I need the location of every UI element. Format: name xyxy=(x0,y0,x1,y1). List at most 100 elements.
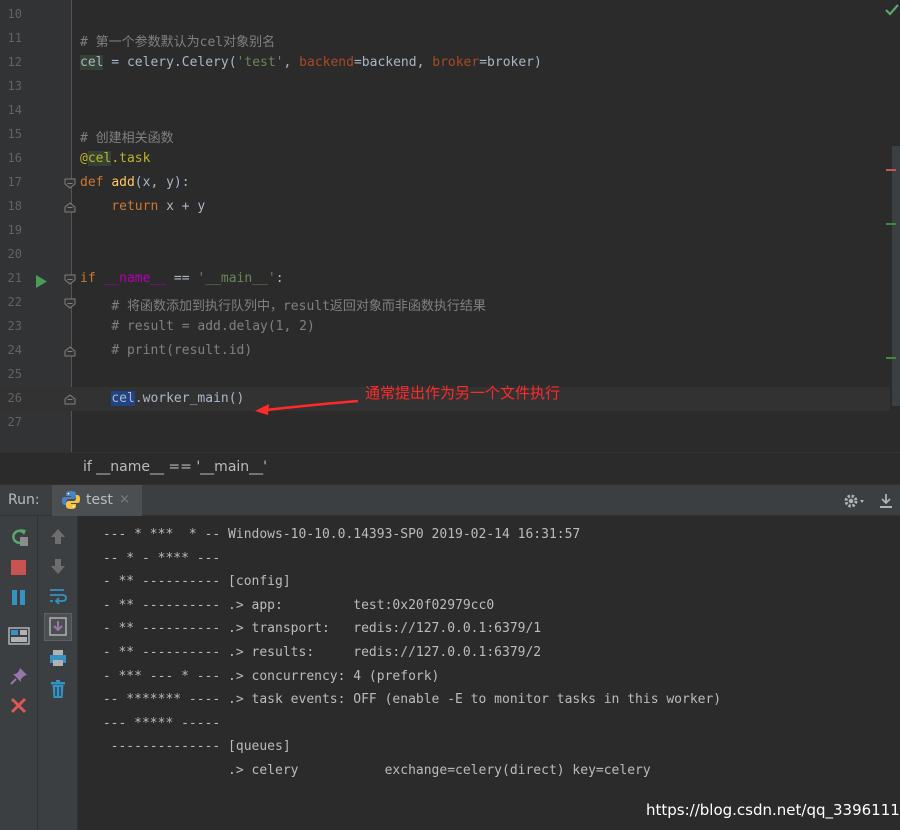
trash-icon[interactable] xyxy=(48,679,68,699)
code-text[interactable]: # print(result.id) xyxy=(80,343,252,358)
code-line[interactable]: 13 xyxy=(0,75,890,99)
close-icon[interactable] xyxy=(9,696,29,716)
error-stripe[interactable] xyxy=(886,169,896,171)
code-token: cel xyxy=(111,391,135,406)
line-number[interactable]: 19 xyxy=(0,223,22,237)
change-stripe[interactable] xyxy=(886,223,896,225)
line-number[interactable]: 13 xyxy=(0,79,22,93)
python-icon xyxy=(61,490,81,510)
stop-icon[interactable] xyxy=(9,558,29,578)
editor-scroll-thumb[interactable] xyxy=(892,146,900,406)
fold-icon[interactable] xyxy=(64,298,76,309)
code-text[interactable]: @cel.task xyxy=(80,151,150,166)
code-line[interactable]: 27 xyxy=(0,411,890,435)
code-token: .task xyxy=(111,151,151,166)
pause-icon[interactable] xyxy=(9,588,29,608)
line-number[interactable]: 26 xyxy=(0,391,22,405)
line-number[interactable]: 18 xyxy=(0,199,22,213)
fold-icon[interactable] xyxy=(64,178,76,189)
line-number[interactable]: 25 xyxy=(0,367,22,381)
code-line[interactable]: 10 xyxy=(0,3,890,27)
down-arrow-icon[interactable] xyxy=(48,556,68,576)
soft-wrap-icon[interactable] xyxy=(48,586,68,606)
layout-icon[interactable] xyxy=(8,626,30,646)
fold-icon[interactable] xyxy=(64,346,76,357)
annotation-arrow-icon xyxy=(250,392,370,416)
console-line: - ** ---------- .> app: test:0x20f02979c… xyxy=(95,597,495,613)
code-text[interactable]: def add(x, y): xyxy=(80,175,190,190)
tab-close-icon[interactable]: × xyxy=(119,492,130,507)
console-line: - ** ---------- .> transport: redis://12… xyxy=(95,621,542,637)
code-token: (x, y): xyxy=(134,175,190,190)
code-line[interactable]: 17 def add(x, y): xyxy=(0,171,890,195)
gear-icon[interactable] xyxy=(843,492,865,510)
line-number[interactable]: 14 xyxy=(0,103,22,117)
pin-icon[interactable] xyxy=(9,666,29,686)
code-text[interactable]: # 第一个参数默认为cel对象别名 xyxy=(80,31,275,50)
code-line[interactable]: 19 xyxy=(0,219,890,243)
console-line: .> celery exchange=celery(direct) key=ce… xyxy=(95,763,651,778)
line-number[interactable]: 11 xyxy=(0,31,22,45)
line-number[interactable]: 12 xyxy=(0,55,22,69)
code-token: # print(result.id) xyxy=(111,343,253,358)
line-number[interactable]: 21 xyxy=(0,271,22,285)
fold-icon[interactable] xyxy=(64,274,76,285)
line-number[interactable]: 27 xyxy=(0,415,22,429)
code-line[interactable]: 18 return x + y xyxy=(0,195,890,219)
line-number[interactable]: 23 xyxy=(0,319,22,333)
code-line[interactable]: 12 cel = celery.Celery('test', backend=ba… xyxy=(0,51,890,75)
run-tab-label[interactable]: test xyxy=(86,492,113,508)
annotation-text: 通常提出作为另一个文件执行 xyxy=(365,384,561,402)
code-token: '__main__' xyxy=(197,271,276,286)
code-text[interactable]: if __name__ == '__main__': xyxy=(80,271,284,286)
code-token: def xyxy=(80,175,112,190)
code-line[interactable]: 21 if __name__ == '__main__': xyxy=(0,267,890,291)
console-line: -- * - **** --- xyxy=(95,550,221,566)
code-line[interactable]: 23 # result = add.delay(1, 2) xyxy=(0,315,890,339)
code-token: , xyxy=(283,55,300,70)
rerun-icon[interactable] xyxy=(9,527,29,547)
code-editor[interactable]: 10 11 # 第一个参数默认为cel对象别名 12 cel = celery.Cele… xyxy=(0,0,900,452)
code-line[interactable]: 16 @cel.task xyxy=(0,147,890,171)
breadcrumb-item[interactable]: if __name__ == '__main__' xyxy=(83,459,267,475)
code-text[interactable]: cel = celery.Celery('test', backend=back… xyxy=(80,55,542,70)
change-stripe[interactable] xyxy=(886,357,896,359)
line-number[interactable]: 17 xyxy=(0,175,22,189)
line-number[interactable]: 10 xyxy=(0,7,22,21)
run-arrow-icon[interactable] xyxy=(35,273,47,288)
code-line[interactable]: 11 # 第一个参数默认为cel对象别名 xyxy=(0,27,890,51)
line-number[interactable]: 15 xyxy=(0,127,22,141)
breadcrumb[interactable]: if __name__ == '__main__' xyxy=(0,452,900,484)
console-line: --- ***** ----- xyxy=(95,715,221,731)
code-text[interactable]: # 创建相关函数 xyxy=(80,127,174,146)
line-number[interactable]: 20 xyxy=(0,247,22,261)
code-token: # 将函数添加到执行队列中，result返回对象而非函数执行结果 xyxy=(111,299,486,314)
check-icon xyxy=(884,2,900,18)
code-token: __name__ xyxy=(103,271,167,286)
up-arrow-icon[interactable] xyxy=(48,526,68,546)
code-token: cel xyxy=(80,55,104,70)
code-line[interactable]: 14 xyxy=(0,99,890,123)
line-number[interactable]: 16 xyxy=(0,151,22,165)
code-token: backend xyxy=(299,55,354,70)
fold-icon[interactable] xyxy=(64,394,76,405)
hide-icon[interactable] xyxy=(878,492,894,510)
print-icon[interactable] xyxy=(48,648,68,668)
code-text[interactable]: return x + y xyxy=(80,199,205,214)
code-line[interactable]: 20 xyxy=(0,243,890,267)
console-line: - *** --- * --- .> concurrency: 4 (prefo… xyxy=(95,668,440,684)
code-line[interactable]: 22 # 将函数添加到执行队列中，result返回对象而非函数执行结果 xyxy=(0,291,890,315)
scroll-to-end-icon[interactable] xyxy=(44,613,72,641)
fold-icon[interactable] xyxy=(64,202,76,213)
line-number[interactable]: 22 xyxy=(0,295,22,309)
code-text[interactable]: # 将函数添加到执行队列中，result返回对象而非函数执行结果 xyxy=(80,295,486,314)
code-text[interactable]: cel.worker_main() xyxy=(80,391,244,406)
code-token: .worker_main() xyxy=(134,391,245,406)
line-number[interactable]: 24 xyxy=(0,343,22,357)
code-text[interactable]: # result = add.delay(1, 2) xyxy=(80,319,315,334)
code-line[interactable]: 15 # 创建相关函数 xyxy=(0,123,890,147)
console-output[interactable]: --- * *** * -- Windows-10-10.0.14393-SP0… xyxy=(79,516,900,830)
code-line[interactable]: 24 # print(result.id) xyxy=(0,339,890,363)
